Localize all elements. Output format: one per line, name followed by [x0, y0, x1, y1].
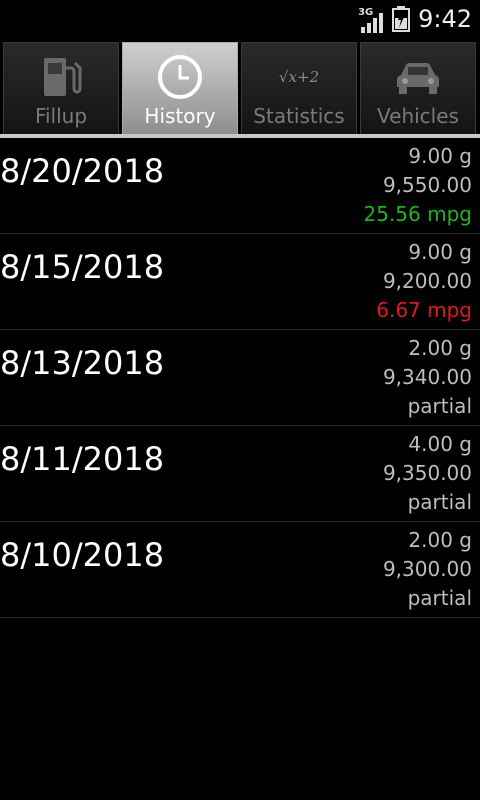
fillup-efficiency: partial [407, 586, 472, 610]
history-row[interactable]: 8/11/2018 4.00 g 9,350.00 partial [0, 426, 480, 522]
tab-statistics[interactable]: √x+2 Statistics [241, 42, 357, 134]
car-icon [397, 63, 439, 94]
history-list: 8/20/2018 9.00 g 9,550.00 25.56 mpg 8/15… [0, 138, 480, 618]
status-time: 9:42 [418, 5, 472, 33]
history-row[interactable]: 8/15/2018 9.00 g 9,200.00 6.67 mpg [0, 234, 480, 330]
fillup-gallons: 2.00 g [408, 528, 472, 552]
battery-icon [392, 6, 411, 32]
history-row[interactable]: 8/10/2018 2.00 g 9,300.00 partial [0, 522, 480, 618]
fillup-odometer: 9,340.00 [382, 365, 472, 389]
fillup-odometer: 9,550.00 [382, 173, 472, 197]
tab-bar: Fillup History √x+2 Statistics Vehicles [0, 42, 480, 138]
tab-label: Vehicles [377, 104, 459, 128]
fillup-date: 8/20/2018 [0, 152, 165, 190]
fuel-pump-icon [44, 58, 82, 96]
clock-icon [158, 55, 202, 99]
status-bar: 3G 9:42 [0, 0, 480, 38]
fillup-gallons: 9.00 g [408, 240, 472, 264]
fillup-date: 8/15/2018 [0, 248, 165, 286]
history-row[interactable]: 8/20/2018 9.00 g 9,550.00 25.56 mpg [0, 138, 480, 234]
fillup-efficiency: partial [407, 394, 472, 418]
fillup-odometer: 9,200.00 [382, 269, 472, 293]
fillup-date: 8/11/2018 [0, 440, 165, 478]
tab-label: Fillup [34, 104, 88, 128]
fillup-odometer: 9,300.00 [382, 557, 472, 581]
fillup-gallons: 4.00 g [408, 432, 472, 456]
tab-history[interactable]: History [122, 42, 238, 134]
fillup-efficiency: partial [407, 490, 472, 514]
fillup-date: 8/10/2018 [0, 536, 165, 574]
history-row[interactable]: 8/13/2018 2.00 g 9,340.00 partial [0, 330, 480, 426]
fillup-gallons: 9.00 g [408, 144, 472, 168]
fillup-odometer: 9,350.00 [382, 461, 472, 485]
tab-fillup[interactable]: Fillup [3, 42, 119, 134]
tab-label: Statistics [253, 104, 345, 128]
fillup-date: 8/13/2018 [0, 344, 165, 382]
fillup-efficiency: 6.67 mpg [376, 298, 472, 322]
status-icons: 3G 9:42 [358, 0, 472, 38]
tab-vehicles[interactable]: Vehicles [360, 42, 476, 134]
fillup-efficiency: 25.56 mpg [363, 202, 473, 226]
signal-icon: 3G [358, 5, 384, 33]
sqrt-formula-icon: √x+2 [278, 68, 320, 86]
fillup-gallons: 2.00 g [408, 336, 472, 360]
tab-label: History [144, 104, 216, 128]
